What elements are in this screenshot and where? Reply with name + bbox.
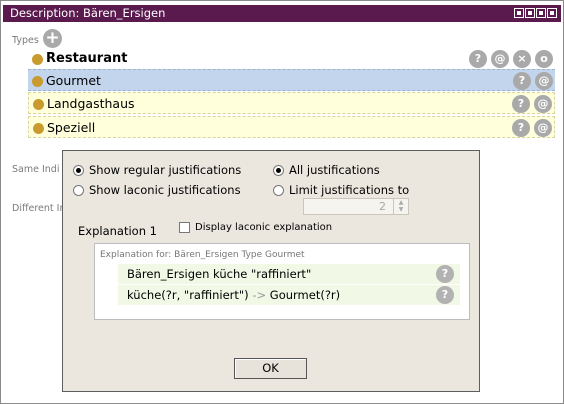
help-icon[interactable]: ? [436, 286, 454, 304]
all-justifications-radio[interactable]: All justifications [273, 163, 380, 177]
annotate-icon[interactable]: @ [534, 119, 552, 137]
annotate-icon[interactable]: @ [491, 50, 509, 68]
type-row-speziell[interactable]: Speziell ? @ [28, 116, 555, 138]
axiom-text: Bären_Ersigen küche "raffiniert" [127, 267, 312, 281]
annotate-icon[interactable]: @ [534, 95, 552, 113]
all-justifications-label: All justifications [289, 163, 380, 177]
same-individual-label: Same Indi [12, 164, 60, 175]
radio-unselected-icon [73, 184, 84, 196]
split-view-icon[interactable] [514, 8, 524, 18]
type-label: Gourmet [46, 73, 101, 88]
radio-selected-icon [273, 164, 284, 176]
spinner-up-icon[interactable]: ▲ [394, 199, 408, 206]
window-title: Description: Bären_Ersigen [10, 6, 166, 20]
show-laconic-label: Show laconic justifications [89, 183, 241, 197]
axiom-text-antecedent: küche(?r, "raffiniert") [127, 288, 253, 302]
close-view-icon[interactable] [547, 8, 557, 18]
axiom-row[interactable]: Bären_Ersigen küche "raffiniert" ? [118, 264, 460, 284]
different-individuals-label: Different In [12, 203, 66, 214]
annotate-icon[interactable]: @ [535, 72, 553, 90]
types-section-label: Types [12, 35, 39, 46]
description-window: Description: Bären_Ersigen Types + Resta… [0, 0, 564, 404]
display-laconic-label: Display laconic explanation [195, 222, 333, 233]
radio-selected-icon [73, 164, 84, 176]
type-label: Restaurant [46, 51, 128, 66]
show-regular-radio[interactable]: Show regular justifications [73, 163, 241, 177]
help-icon[interactable]: ? [436, 265, 454, 283]
explanation-for-label: Explanation for: Bären_Ersigen Type Gour… [100, 250, 305, 260]
limit-spinner[interactable]: 2 ▲ ▼ [303, 198, 409, 215]
show-laconic-radio[interactable]: Show laconic justifications [73, 183, 241, 197]
axiom-row[interactable]: küche(?r, "raffiniert") -> Gourmet(?r) ? [118, 285, 460, 305]
window-titlebar: Description: Bären_Ersigen [3, 5, 561, 22]
explanation-title: Explanation 1 [78, 224, 157, 238]
limit-value: 2 [379, 200, 386, 213]
help-icon[interactable]: ? [512, 95, 530, 113]
display-laconic-checkbox[interactable]: Display laconic explanation [179, 222, 332, 233]
row-actions: ? @ [512, 95, 552, 113]
class-bullet-icon [33, 99, 44, 110]
checkbox-unchecked-icon [179, 222, 190, 233]
axiom-text-consequent: Gourmet(?r) [266, 288, 341, 302]
maximize-icon[interactable] [536, 8, 546, 18]
float-window-icon[interactable] [525, 8, 535, 18]
ok-button[interactable]: OK [234, 358, 307, 379]
type-row-gourmet[interactable]: Gourmet ? @ [28, 69, 555, 91]
type-label: Speziell [47, 120, 96, 135]
help-icon[interactable]: ? [469, 50, 487, 68]
row-actions: ? @ × o [469, 50, 553, 68]
help-icon[interactable]: ? [512, 119, 530, 137]
implies-arrow: -> [252, 288, 267, 302]
class-bullet-icon [32, 76, 43, 87]
show-regular-label: Show regular justifications [89, 163, 242, 177]
delete-icon[interactable]: × [513, 50, 531, 68]
type-row-landgasthaus[interactable]: Landgasthaus ? @ [28, 92, 555, 114]
type-row-restaurant[interactable]: Restaurant ? @ × o [28, 48, 555, 70]
explanation-panel: Explanation for: Bären_Ersigen Type Gour… [94, 243, 470, 320]
add-type-button[interactable]: + [43, 29, 62, 48]
explanation-dialog: Show regular justifications Show laconic… [62, 150, 480, 392]
spinner-arrows[interactable]: ▲ ▼ [393, 199, 408, 214]
limit-justifications-label: Limit justifications to [289, 183, 410, 197]
limit-justifications-radio[interactable]: Limit justifications to [273, 183, 409, 197]
window-controls [514, 8, 557, 18]
help-icon[interactable]: ? [513, 72, 531, 90]
class-bullet-icon [32, 54, 43, 65]
spinner-down-icon[interactable]: ▼ [394, 206, 408, 213]
type-label: Landgasthaus [47, 96, 135, 111]
options-icon[interactable]: o [535, 50, 553, 68]
row-actions: ? @ [513, 72, 553, 90]
radio-unselected-icon [273, 184, 284, 196]
class-bullet-icon [33, 123, 44, 134]
row-actions: ? @ [512, 119, 552, 137]
